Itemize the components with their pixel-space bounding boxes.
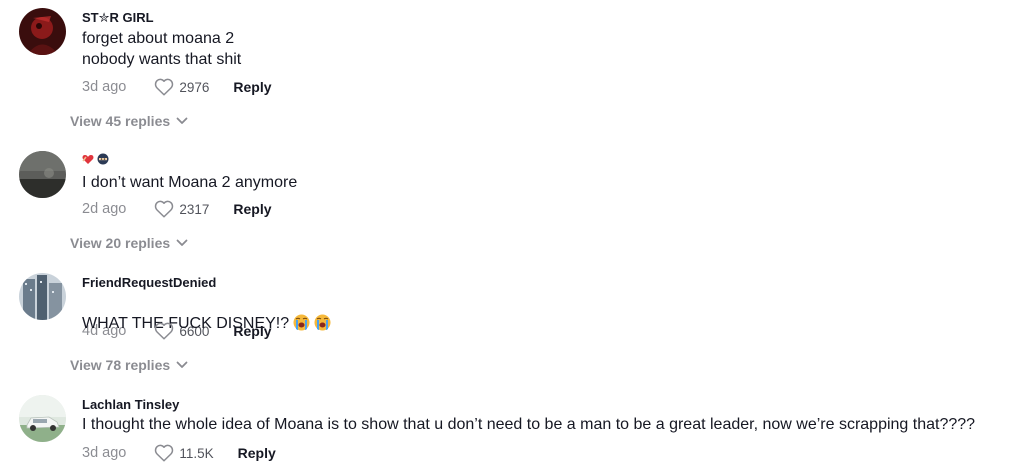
avatar[interactable] xyxy=(19,395,66,442)
view-replies-button[interactable]: View 20 replies xyxy=(70,235,188,251)
like-count: 11.5K xyxy=(179,445,214,461)
username[interactable] xyxy=(82,152,112,167)
like-count: 6600 xyxy=(179,323,210,339)
comment-date: 2d ago xyxy=(82,201,127,217)
comment-meta: 3d ago 2976 Reply xyxy=(82,77,272,97)
like-count: 2976 xyxy=(179,79,210,95)
ninja-emoji xyxy=(97,153,109,165)
comment-meta: 3d ago 11.5K Reply xyxy=(82,443,276,463)
reply-button[interactable]: Reply xyxy=(238,445,276,461)
username[interactable]: ST✮R GIRL xyxy=(82,10,154,26)
chevron-down-icon xyxy=(176,239,188,246)
username[interactable]: Lachlan Tinsley xyxy=(82,397,179,412)
avatar[interactable] xyxy=(19,8,66,55)
chevron-down-icon xyxy=(176,361,188,368)
red-heart-hands-emoji xyxy=(82,155,94,164)
heart-icon xyxy=(155,200,174,218)
heart-icon xyxy=(155,322,174,340)
heart-icon xyxy=(155,444,174,462)
comment-text: I thought the whole idea of Moana is to … xyxy=(82,416,976,433)
comment-text: I don’t want Moana 2 anymore xyxy=(82,174,298,191)
username[interactable]: FriendRequestDenied xyxy=(82,275,216,290)
comment-date: 4d ago xyxy=(82,323,127,339)
view-replies-button[interactable]: View 78 replies xyxy=(70,357,188,373)
view-replies-label: View 20 replies xyxy=(70,235,171,251)
comment-text: forget about moana 2 nobody wants that s… xyxy=(82,30,242,68)
avatar[interactable] xyxy=(19,273,66,320)
crying-face-emoji xyxy=(314,314,331,331)
reply-button[interactable]: Reply xyxy=(233,201,271,217)
like-button[interactable]: 2317 xyxy=(154,200,209,218)
chevron-down-icon xyxy=(176,117,188,124)
view-replies-button[interactable]: View 45 replies xyxy=(70,113,188,129)
view-replies-label: View 45 replies xyxy=(70,113,171,129)
comment-meta: 4d ago 6600 Reply xyxy=(82,321,272,341)
reply-button[interactable]: Reply xyxy=(233,323,271,339)
heart-icon xyxy=(155,78,174,96)
comment-meta: 2d ago 2317 Reply xyxy=(82,199,272,219)
avatar[interactable] xyxy=(19,151,66,198)
comment-date: 3d ago xyxy=(82,445,127,461)
like-button[interactable]: 11.5K xyxy=(154,444,214,462)
crying-face-emoji xyxy=(293,314,310,331)
like-button[interactable]: 6600 xyxy=(154,322,209,340)
like-button[interactable]: 2976 xyxy=(154,78,209,96)
like-count: 2317 xyxy=(179,201,210,217)
view-replies-label: View 78 replies xyxy=(70,357,171,373)
comment-date: 3d ago xyxy=(82,79,127,95)
reply-button[interactable]: Reply xyxy=(233,79,271,95)
